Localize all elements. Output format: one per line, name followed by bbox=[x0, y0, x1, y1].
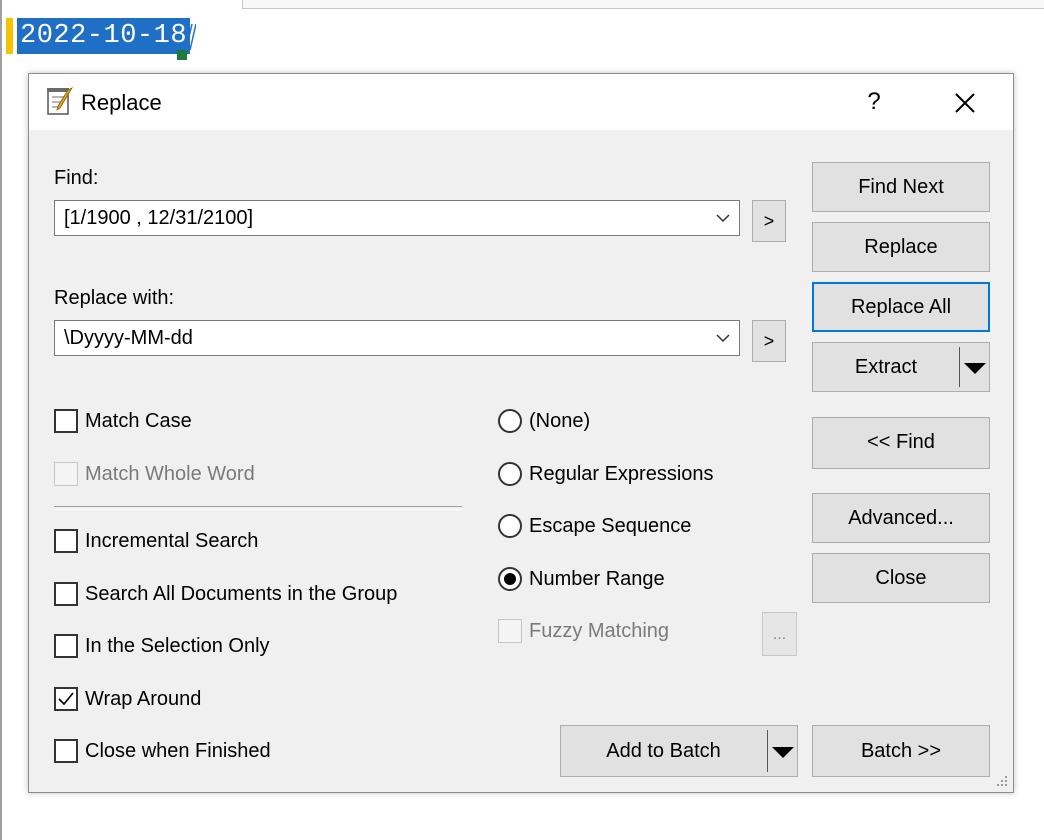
fuzzy-matching-label: Fuzzy Matching bbox=[529, 620, 670, 642]
close-icon bbox=[955, 93, 975, 113]
wrap-around-label: Wrap Around bbox=[85, 688, 202, 710]
mode-number-range-label: Number Range bbox=[529, 568, 665, 590]
selection-handle[interactable] bbox=[177, 50, 187, 60]
editor-selected-text[interactable]: 2022-10-18 bbox=[17, 18, 191, 54]
replace-value: \Dyyyy-MM-dd bbox=[64, 327, 193, 349]
checkmark-icon bbox=[58, 692, 74, 706]
close-label: Close bbox=[875, 567, 927, 589]
mode-regex-radio[interactable] bbox=[498, 462, 522, 486]
replace-all-button[interactable]: Replace All bbox=[812, 282, 990, 332]
batch-button[interactable]: Batch >> bbox=[812, 725, 990, 777]
mode-none-label: (None) bbox=[529, 410, 591, 432]
editor-tab-area bbox=[242, 0, 1044, 9]
chevron-down-icon[interactable] bbox=[715, 331, 731, 345]
extract-label: Extract bbox=[854, 356, 918, 378]
dropdown-arrow-icon[interactable] bbox=[772, 747, 794, 758]
close-when-finished-checkbox[interactable] bbox=[54, 739, 78, 763]
find-combobox[interactable]: [1/1900 , 12/31/2100] bbox=[54, 200, 740, 236]
replace-button-label: Replace bbox=[864, 236, 938, 258]
replace-more-button[interactable]: > bbox=[752, 320, 786, 362]
add-to-batch-split-button[interactable]: Add to Batch bbox=[560, 725, 798, 777]
replace-dialog: Replace ? Find: [1/1900 , 12/31/2100] > … bbox=[28, 73, 1014, 793]
extract-split-button[interactable]: Extract bbox=[812, 342, 990, 392]
fuzzy-matching-checkbox[interactable] bbox=[498, 619, 522, 643]
find-back-label: << Find bbox=[867, 431, 935, 453]
advanced-label: Advanced... bbox=[848, 507, 954, 529]
incremental-search-checkbox[interactable] bbox=[54, 529, 78, 553]
match-case-label: Match Case bbox=[85, 410, 192, 432]
replace-all-label: Replace All bbox=[850, 296, 952, 318]
mode-escape-label: Escape Sequence bbox=[529, 515, 692, 537]
resize-grip-icon[interactable] bbox=[995, 774, 1009, 788]
close-window-button[interactable] bbox=[927, 80, 1003, 126]
mode-regex-label: Regular Expressions bbox=[529, 463, 714, 485]
find-back-button[interactable]: << Find bbox=[812, 417, 990, 469]
find-next-button[interactable]: Find Next bbox=[812, 162, 990, 212]
match-case-checkbox[interactable] bbox=[54, 409, 78, 433]
radio-selected-dot bbox=[504, 573, 516, 585]
batch-label: Batch >> bbox=[860, 740, 942, 762]
chevron-down-icon[interactable] bbox=[715, 211, 731, 225]
selection-only-label: In the Selection Only bbox=[85, 635, 270, 657]
selection-only-checkbox[interactable] bbox=[54, 634, 78, 658]
mode-number-range-radio[interactable] bbox=[498, 567, 522, 591]
find-more-button[interactable]: > bbox=[752, 200, 786, 242]
options-separator bbox=[54, 506, 462, 510]
editor-top-strip bbox=[2, 0, 1044, 10]
fuzzy-options-button[interactable]: ... bbox=[762, 612, 797, 656]
split-divider bbox=[767, 730, 768, 772]
close-when-finished-label: Close when Finished bbox=[85, 740, 271, 762]
fuzzy-options-label: ... bbox=[772, 626, 787, 643]
editor-left-border bbox=[0, 0, 2, 840]
match-whole-word-label: Match Whole Word bbox=[85, 463, 255, 485]
match-whole-word-checkbox[interactable] bbox=[54, 462, 78, 486]
help-button[interactable]: ? bbox=[839, 80, 909, 126]
replace-button[interactable]: Replace bbox=[812, 222, 990, 272]
dropdown-arrow-icon[interactable] bbox=[964, 363, 986, 374]
advanced-button[interactable]: Advanced... bbox=[812, 493, 990, 543]
changed-line-marker bbox=[6, 18, 13, 54]
find-value: [1/1900 , 12/31/2100] bbox=[64, 207, 254, 229]
wrap-around-checkbox[interactable] bbox=[54, 687, 78, 711]
search-all-docs-label: Search All Documents in the Group bbox=[85, 583, 398, 605]
incremental-search-label: Incremental Search bbox=[85, 530, 259, 552]
search-all-docs-checkbox[interactable] bbox=[54, 582, 78, 606]
add-to-batch-label: Add to Batch bbox=[606, 740, 721, 762]
close-button[interactable]: Close bbox=[812, 553, 990, 603]
mode-none-radio[interactable] bbox=[498, 409, 522, 433]
mode-escape-radio[interactable] bbox=[498, 514, 522, 538]
split-divider bbox=[959, 347, 960, 387]
replace-combobox[interactable]: \Dyyyy-MM-dd bbox=[54, 320, 740, 356]
replace-label: Replace with: bbox=[54, 287, 175, 309]
dialog-title: Replace bbox=[81, 90, 162, 115]
find-next-label: Find Next bbox=[858, 176, 944, 198]
notepad-icon bbox=[47, 87, 73, 115]
dialog-titlebar[interactable]: Replace ? bbox=[29, 74, 1013, 130]
find-label: Find: bbox=[54, 167, 99, 189]
